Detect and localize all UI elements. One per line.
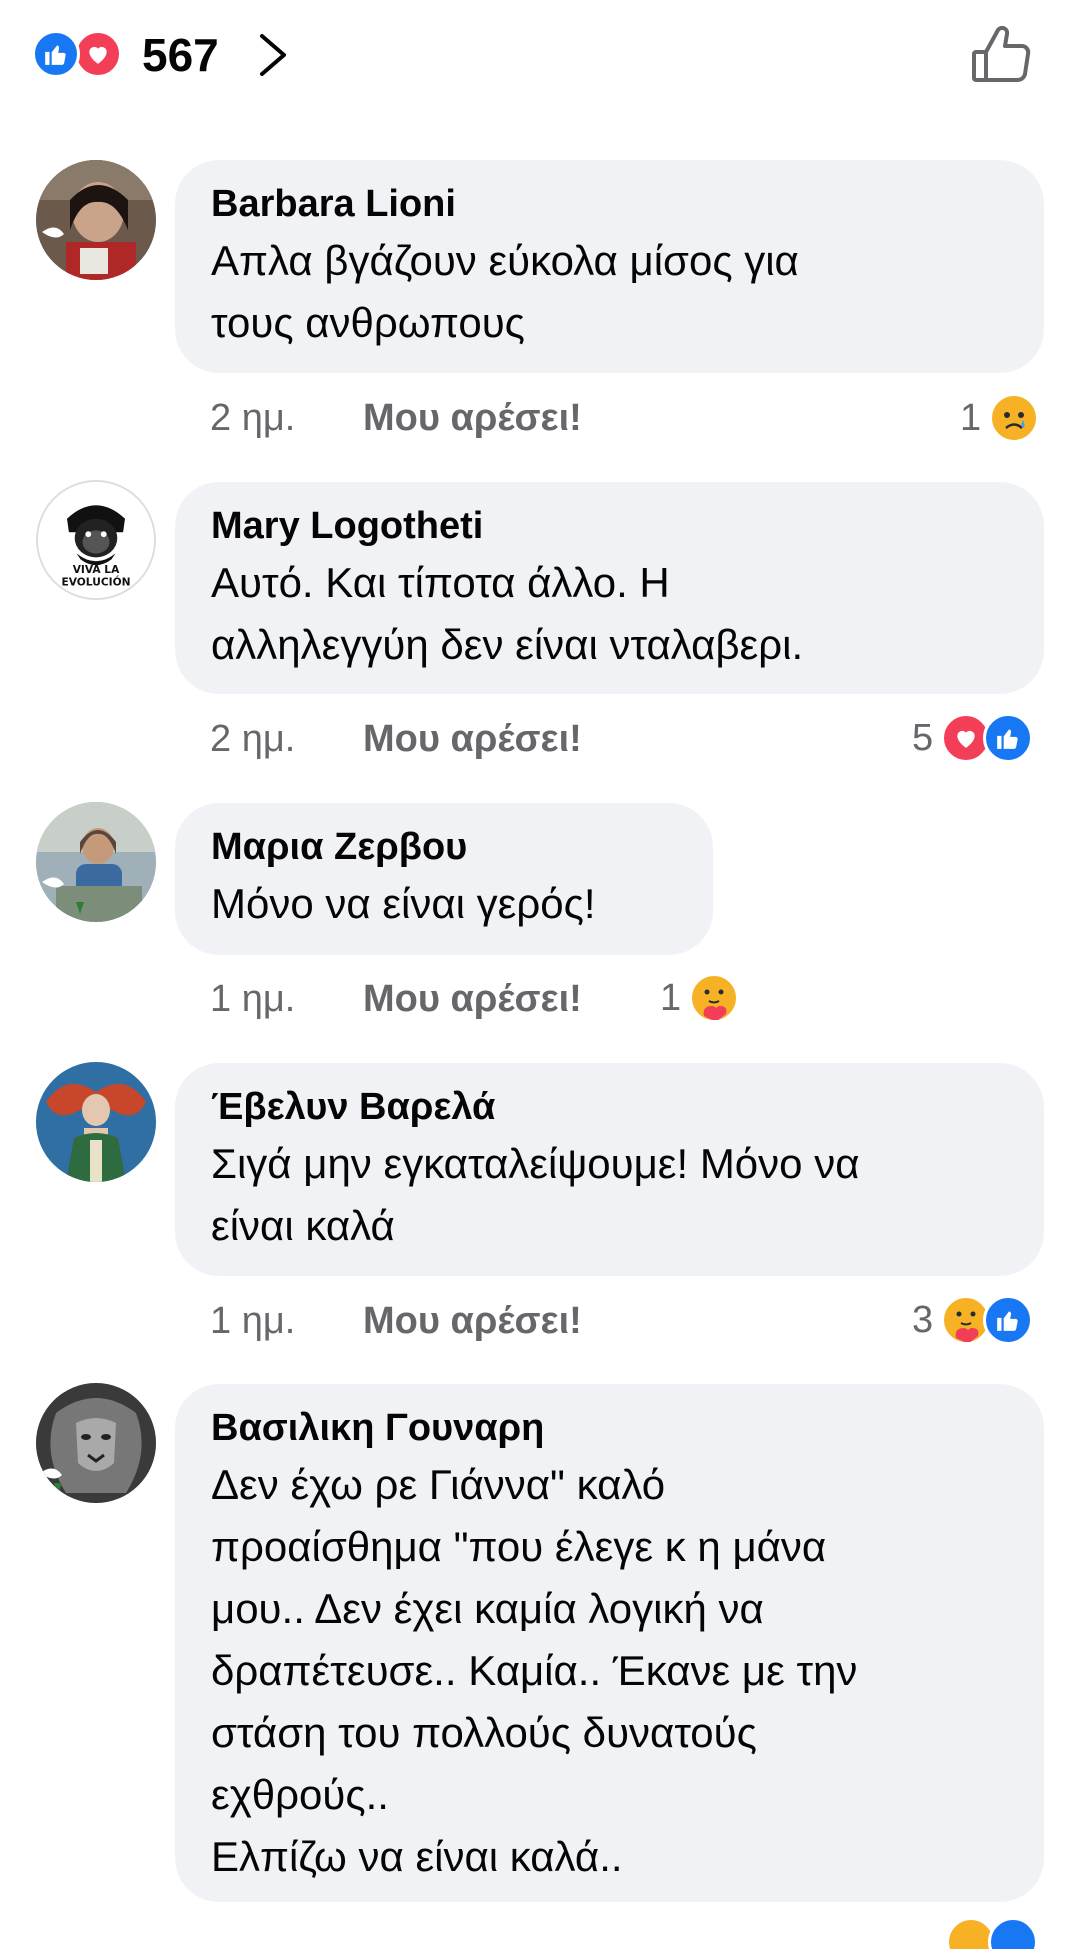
- avatar[interactable]: VIVA LA EVOLUCIÓN: [36, 480, 156, 600]
- comment-bubble: Βασιλικη Γουναρη Δεν έχω ρε Γιάννα" καλό…: [175, 1384, 1044, 1902]
- comment-bubble: Mary Logotheti Αυτό. Και τίποτα άλλο. Η …: [175, 482, 1044, 694]
- avatar[interactable]: [36, 802, 156, 922]
- comment-reactions[interactable]: 5: [912, 710, 1034, 766]
- reaction-count: 1: [660, 977, 682, 1019]
- chevron-right-icon[interactable]: [254, 30, 294, 80]
- comment-author[interactable]: Βασιλικη Γουναρη: [211, 1404, 1008, 1452]
- avatar[interactable]: [36, 1062, 156, 1182]
- reaction-count[interactable]: 567: [142, 28, 219, 82]
- comment-text: Αυτό. Και τίποτα άλλο. Η αλληλεγγύη δεν …: [211, 559, 804, 668]
- comment-time[interactable]: 1 ημ.: [210, 969, 295, 1029]
- care-icon: [689, 973, 740, 1023]
- comment-author[interactable]: Έβελυν Βαρελά: [211, 1083, 1008, 1131]
- like-icon: [988, 1917, 1038, 1949]
- comment-time[interactable]: 1 ημ.: [210, 1291, 295, 1351]
- love-icon: [74, 30, 122, 78]
- like-icon: [983, 713, 1034, 763]
- thumbs-up-icon[interactable]: [968, 22, 1034, 88]
- comment-author[interactable]: Barbara Lioni: [211, 180, 1008, 228]
- reaction-icons: [32, 30, 132, 78]
- avatar[interactable]: [36, 160, 156, 280]
- sad-icon: [989, 393, 1040, 443]
- comment-reactions[interactable]: [946, 1914, 1038, 1949]
- like-button[interactable]: Μου αρέσει!: [363, 1291, 582, 1351]
- reaction-count: 1: [960, 397, 982, 439]
- reaction-summary-bar[interactable]: 567: [0, 0, 1080, 110]
- comment-text: Σιγά μην εγκαταλείψουμε! Μόνο να είναι κ…: [211, 1140, 860, 1249]
- like-icon: [983, 1295, 1034, 1345]
- comment-reactions[interactable]: 3: [912, 1292, 1034, 1348]
- comment-bubble: Barbara Lioni Απλα βγάζουν εύκολα μίσος …: [175, 160, 1044, 373]
- avatar-text: EVOLUCIÓN: [61, 575, 130, 588]
- reaction-count: 5: [912, 717, 934, 759]
- comment-bubble: Έβελυν Βαρελά Σιγά μην εγκαταλείψουμε! Μ…: [175, 1063, 1044, 1276]
- comment-reactions[interactable]: 1: [660, 970, 740, 1026]
- comment-text: Απλα βγάζουν εύκολα μίσος για τους ανθρω…: [211, 237, 799, 346]
- like-button[interactable]: Μου αρέσει!: [363, 709, 582, 769]
- like-button[interactable]: Μου αρέσει!: [363, 388, 582, 448]
- comment-reactions[interactable]: 1: [960, 390, 1040, 446]
- comment-time[interactable]: 2 ημ.: [210, 709, 295, 769]
- like-button[interactable]: Μου αρέσει!: [363, 969, 582, 1029]
- reaction-count: 3: [912, 1299, 934, 1341]
- comment-author[interactable]: Μαρια Ζερβου: [211, 823, 677, 871]
- comment-time[interactable]: 2 ημ.: [210, 388, 295, 448]
- comment-bubble: Μαρια Ζερβου Μόνο να είναι γερός!: [175, 803, 713, 955]
- like-icon: [32, 30, 80, 78]
- comment-text: Δεν έχω ρε Γιάννα" καλό προαίσθημα "που …: [211, 1461, 858, 1880]
- comment-text: Μόνο να είναι γερός!: [211, 880, 596, 927]
- comment-author[interactable]: Mary Logotheti: [211, 502, 1008, 550]
- avatar-text: VIVA LA: [73, 563, 120, 576]
- avatar[interactable]: [36, 1383, 156, 1503]
